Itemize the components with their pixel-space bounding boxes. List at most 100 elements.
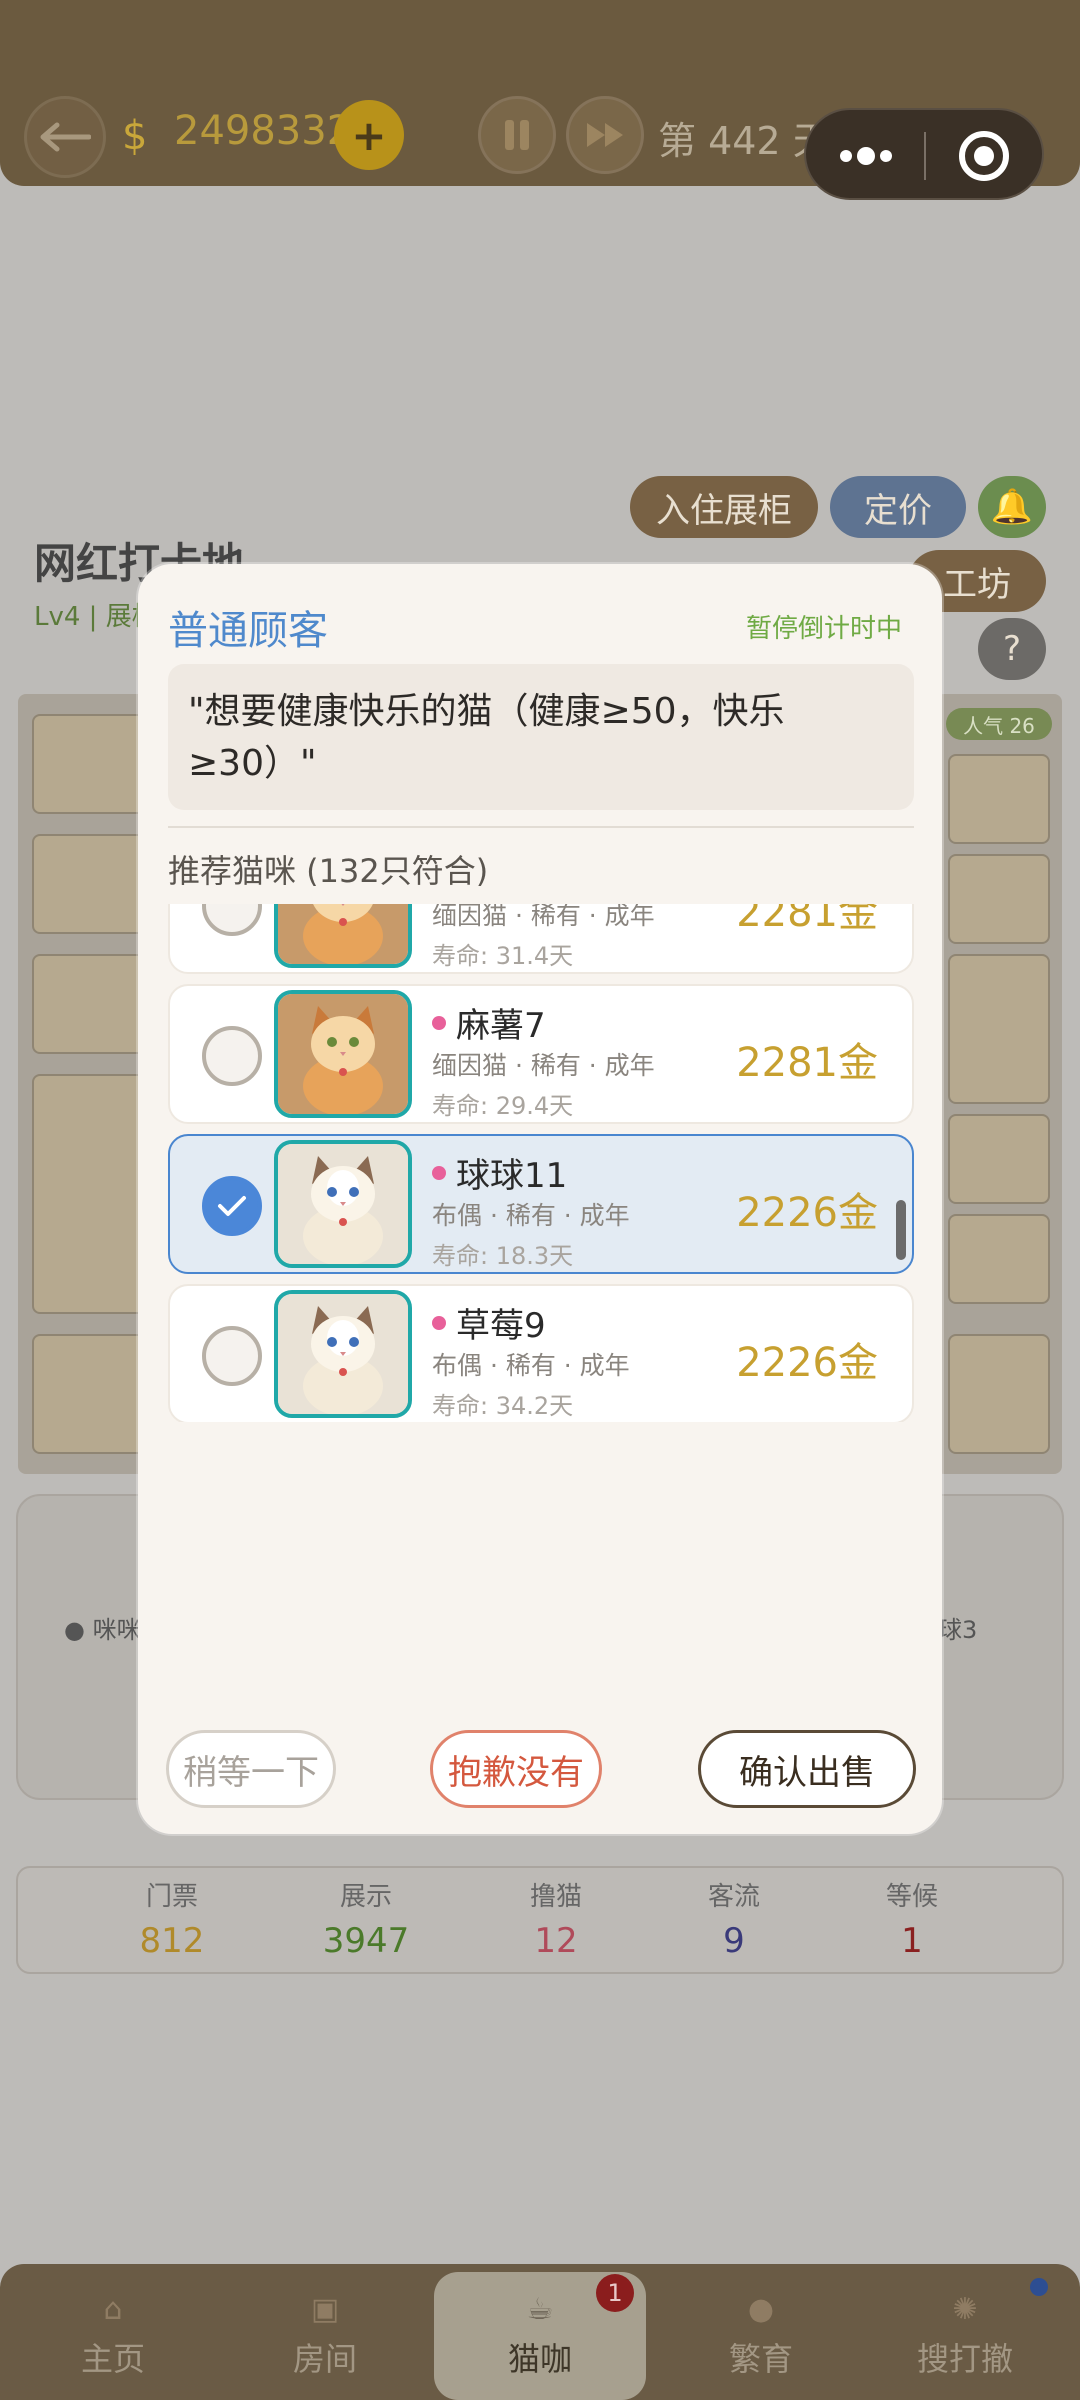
cat-price: 2281金 xyxy=(736,1040,878,1086)
radio-unchecked[interactable] xyxy=(202,904,262,936)
radio-checked[interactable] xyxy=(202,1176,262,1236)
cat-thumbnail xyxy=(274,904,412,968)
cat-list[interactable]: 缅因猫 · 稀有 · 成年 寿命: 31.4天 2281金 麻薯7 缅因猫 · 稀有 ·… xyxy=(168,904,914,1422)
cat-lifespan: 寿命: 29.4天 xyxy=(432,1092,574,1120)
move-in-cabinet-button[interactable]: 入住展柜 xyxy=(630,476,818,538)
cat-portrait-icon xyxy=(278,904,408,964)
cat-portrait-icon xyxy=(278,994,408,1114)
cat-card[interactable]: 草莓9 布偶 · 稀有 · 成年 寿命: 34.2天 2226金 xyxy=(168,1284,914,1422)
countdown-paused-label: 暂停倒计时中 xyxy=(746,614,903,644)
fast-forward-button[interactable] xyxy=(566,96,644,174)
stat-label: 客流 xyxy=(707,1882,760,1912)
stat-label: 展示 xyxy=(339,1882,392,1912)
nav-label: 主页 xyxy=(80,2340,145,2378)
fast-forward-icon xyxy=(587,123,623,147)
cat-price: 2226金 xyxy=(736,1190,878,1236)
add-coins-button[interactable]: + xyxy=(334,100,404,170)
cat-card[interactable]: 球球11 布偶 · 稀有 · 成年 寿命: 18.3天 2226金 xyxy=(168,1134,914,1274)
room-icon: ▣ xyxy=(310,2292,340,2327)
bell-icon: 🔔 xyxy=(990,487,1034,527)
money-bag-icon: $ xyxy=(122,113,148,159)
pause-button[interactable] xyxy=(478,96,556,174)
customer-dialog: 普通顾客 暂停倒计时中 "想要健康快乐的猫（健康≥50，快乐≥30）" 推荐猫咪… xyxy=(138,564,942,1834)
confirm-sale-button[interactable]: 确认出售 xyxy=(698,1730,916,1808)
arrow-left-icon xyxy=(40,122,91,152)
nav-label: 搜打撤 xyxy=(916,2340,1013,2378)
cat-name: 球球11 xyxy=(432,1148,567,1197)
gender-dot-icon xyxy=(432,1165,446,1180)
list-scrollbar[interactable] xyxy=(896,1200,906,1260)
divider xyxy=(168,826,914,828)
stat-value: 1 xyxy=(901,1921,923,1961)
cat-name-text: 草莓9 xyxy=(456,1306,546,1346)
cat-thumbnail xyxy=(274,1140,412,1268)
cat-meta: 布偶 · 稀有 · 成年 xyxy=(432,1201,630,1230)
more-menu-button[interactable] xyxy=(834,136,898,180)
breeding-icon: ● xyxy=(747,2292,775,2327)
sorry-none-button[interactable]: 抱歉没有 xyxy=(430,1730,602,1808)
cat-thumbnail xyxy=(274,990,412,1118)
radio-unchecked[interactable] xyxy=(202,1026,262,1086)
popularity-badge: 人气 26 xyxy=(946,708,1052,740)
cat-price: 2226金 xyxy=(736,1340,878,1386)
nav-label: 猫咖 xyxy=(507,2340,572,2378)
cat-name: 麻薯7 xyxy=(432,998,546,1047)
stat-label: 撸猫 xyxy=(529,1882,582,1912)
shop-grid-right xyxy=(936,694,1062,1474)
wait-button[interactable]: 稍等一下 xyxy=(166,1730,336,1808)
cat-name-text: 麻薯7 xyxy=(456,1006,546,1046)
search-retreat-icon: ✺ xyxy=(952,2292,978,2327)
cat-lifespan: 寿命: 18.3天 xyxy=(432,1242,574,1270)
stat-traffic: 客流 9 xyxy=(674,1876,794,1961)
stat-label: 门票 xyxy=(145,1882,198,1912)
help-button[interactable]: ? xyxy=(978,618,1046,680)
cat-card[interactable]: 缅因猫 · 稀有 · 成年 寿命: 31.4天 2281金 xyxy=(168,904,914,974)
cat-name-text: 球球11 xyxy=(456,1156,568,1196)
nav-search-retreat[interactable]: ✺ 搜打撤 xyxy=(880,2264,1050,2400)
nav-breeding[interactable]: ● 繁育 xyxy=(676,2264,846,2400)
cat-thumbnail xyxy=(274,1290,412,1418)
pricing-button[interactable]: 定价 xyxy=(830,476,966,538)
back-button[interactable] xyxy=(24,96,106,178)
gender-dot-icon xyxy=(432,1015,446,1030)
cat-portrait-icon xyxy=(278,1294,408,1414)
tray-cat-name-right: 球3 xyxy=(938,1616,978,1644)
more-dots-icon xyxy=(840,147,892,165)
check-icon xyxy=(218,1196,246,1216)
nav-label: 房间 xyxy=(292,2340,357,2378)
stat-value: 812 xyxy=(139,1921,205,1961)
stats-bar: 门票 812 展示 3947 撸猫 12 客流 9 等候 1 xyxy=(16,1866,1064,1974)
cat-price: 2281金 xyxy=(736,904,878,936)
cat-meta: 缅因猫 · 稀有 · 成年 xyxy=(432,1051,655,1080)
customer-request-quote: "想要健康快乐的猫（健康≥50，快乐≥30）" xyxy=(188,691,785,784)
cat-lifespan: 寿命: 34.2天 xyxy=(432,1392,574,1420)
cat-name: 草莓9 xyxy=(432,1298,546,1347)
stat-value: 3947 xyxy=(322,1921,410,1961)
stat-label: 等候 xyxy=(885,1882,938,1912)
coin-balance: 2498332 xyxy=(174,108,353,154)
radio-unchecked[interactable] xyxy=(202,1326,262,1386)
recommend-count-label: 推荐猫咪 (132只符合) xyxy=(168,852,489,890)
close-miniprogram-button[interactable] xyxy=(956,128,1012,188)
nav-badge: 1 xyxy=(596,2274,634,2312)
cat-meta: 布偶 · 稀有 · 成年 xyxy=(432,1351,630,1380)
cat-lifespan: 寿命: 31.4天 xyxy=(432,942,574,970)
pause-icon xyxy=(505,120,529,150)
cat-portrait-icon xyxy=(278,1144,408,1264)
miniprogram-capsule xyxy=(804,108,1044,200)
notification-dot xyxy=(1030,2278,1048,2296)
nav-label: 繁育 xyxy=(728,2340,793,2378)
stat-value: 9 xyxy=(723,1921,745,1961)
target-circle-icon xyxy=(959,131,1009,181)
dialog-title: 普通顾客 xyxy=(168,608,328,654)
stat-waiting: 等候 1 xyxy=(852,1876,972,1961)
nav-home[interactable]: ⌂ 主页 xyxy=(28,2264,198,2400)
bell-button[interactable]: 🔔 xyxy=(978,476,1046,538)
cat-meta: 缅因猫 · 稀有 · 成年 xyxy=(432,904,655,930)
cat-card[interactable]: 麻薯7 缅因猫 · 稀有 · 成年 寿命: 29.4天 2281金 xyxy=(168,984,914,1124)
gender-dot-icon xyxy=(432,1315,446,1330)
stat-value: 12 xyxy=(534,1921,578,1961)
nav-room[interactable]: ▣ 房间 xyxy=(240,2264,410,2400)
stat-display: 展示 3947 xyxy=(306,1876,426,1961)
home-icon: ⌂ xyxy=(103,2292,123,2327)
